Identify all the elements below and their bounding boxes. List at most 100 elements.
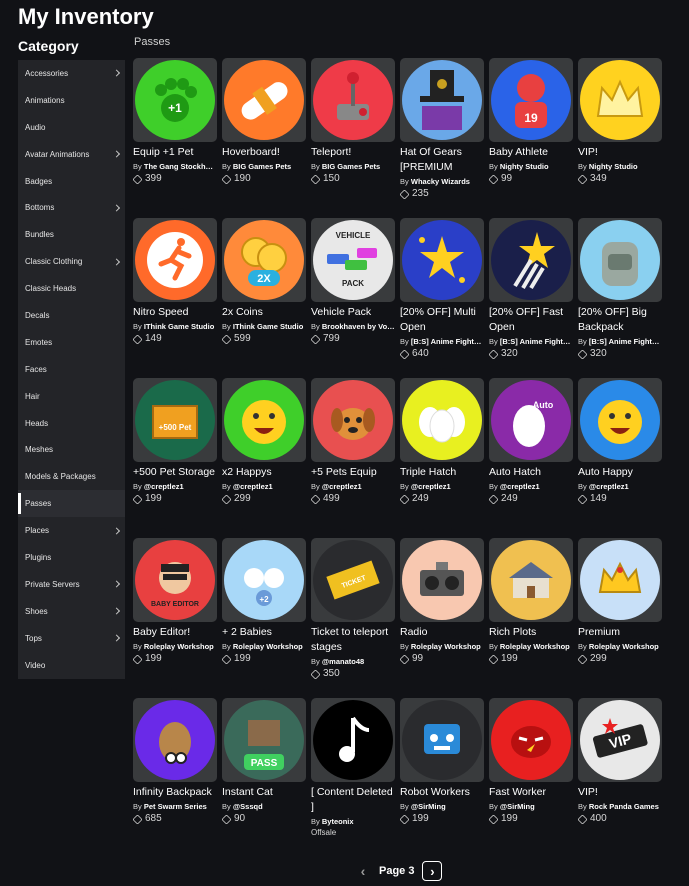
- sidebar-item-plugins[interactable]: Plugins: [18, 544, 125, 571]
- item-creator[interactable]: By Pet Swarm Series: [133, 801, 217, 812]
- item-card[interactable]: 2X 2x Coins By IThink Game Studio 599: [221, 218, 306, 368]
- item-name[interactable]: Triple Hatch: [400, 465, 484, 480]
- item-creator[interactable]: By @SirMing: [489, 801, 573, 812]
- item-card[interactable]: +500 Pet +500 Pet Storage By @creptlez1 199: [132, 378, 217, 528]
- item-creator[interactable]: By The Gang Stockholm: [133, 161, 217, 172]
- sidebar-item-classic-clothing[interactable]: Classic Clothing: [18, 248, 125, 275]
- item-thumbnail[interactable]: [222, 58, 306, 142]
- item-thumbnail[interactable]: [400, 698, 484, 782]
- item-creator[interactable]: By Brookhaven by Voldex: [311, 321, 395, 332]
- item-creator[interactable]: By @creptlez1: [400, 481, 484, 492]
- item-card[interactable]: VIP! By Nighty Studio 349: [577, 58, 662, 208]
- sidebar-item-passes[interactable]: Passes: [18, 490, 125, 518]
- item-name[interactable]: Rich Plots: [489, 625, 573, 640]
- sidebar-item-meshes[interactable]: Meshes: [18, 436, 125, 463]
- item-thumbnail[interactable]: [311, 378, 395, 462]
- item-creator[interactable]: By Byteonix: [311, 816, 395, 827]
- item-thumbnail[interactable]: +500 Pet: [133, 378, 217, 462]
- sidebar-item-badges[interactable]: Badges: [18, 168, 125, 195]
- item-card[interactable]: Hoverboard! By BIG Games Pets 190: [221, 58, 306, 208]
- item-name[interactable]: Robot Workers: [400, 785, 484, 800]
- item-card[interactable]: BABY EDITOR Baby Editor! By Roleplay Works…: [132, 538, 217, 688]
- item-card[interactable]: Auto Auto Hatch By @creptlez1 249: [488, 378, 573, 528]
- item-card[interactable]: Triple Hatch By @creptlez1 249: [399, 378, 484, 528]
- item-card[interactable]: [20% OFF] Fast Open By [B:S] Anime Fighte…: [488, 218, 573, 368]
- item-card[interactable]: +1 Equip +1 Pet By The Gang Stockholm 399: [132, 58, 217, 208]
- item-creator[interactable]: By @creptlez1: [489, 481, 573, 492]
- item-thumbnail[interactable]: [311, 698, 395, 782]
- item-thumbnail[interactable]: Auto: [489, 378, 573, 462]
- item-thumbnail[interactable]: [133, 698, 217, 782]
- item-thumbnail[interactable]: TICKET: [311, 538, 395, 622]
- item-creator[interactable]: By @Sssqd: [222, 801, 306, 812]
- item-creator[interactable]: By Rock Panda Games: [578, 801, 662, 812]
- sidebar-item-private-servers[interactable]: Private Servers: [18, 571, 125, 598]
- item-name[interactable]: Auto Hatch: [489, 465, 573, 480]
- item-name[interactable]: Ticket to teleport stages: [311, 625, 395, 655]
- item-thumbnail[interactable]: VEHICLE PACK: [311, 218, 395, 302]
- item-card[interactable]: [20% OFF] Multi Open By [B:S] Anime Fight…: [399, 218, 484, 368]
- item-name[interactable]: Premium: [578, 625, 662, 640]
- item-thumbnail[interactable]: [311, 58, 395, 142]
- item-name[interactable]: +500 Pet Storage: [133, 465, 217, 480]
- item-card[interactable]: Premium By Roleplay Workshop 299: [577, 538, 662, 688]
- sidebar-item-models-packages[interactable]: Models & Packages: [18, 463, 125, 490]
- sidebar-item-bottoms[interactable]: Bottoms: [18, 194, 125, 221]
- sidebar-item-places[interactable]: Places: [18, 517, 125, 544]
- next-page-button[interactable]: ›: [422, 861, 443, 881]
- sidebar-item-emotes[interactable]: Emotes: [18, 329, 125, 356]
- sidebar-item-shoes[interactable]: Shoes: [18, 598, 125, 625]
- item-thumbnail[interactable]: [400, 218, 484, 302]
- item-card[interactable]: Infinity Backpack By Pet Swarm Series 685: [132, 698, 217, 848]
- item-thumbnail[interactable]: [133, 218, 217, 302]
- sidebar-item-video[interactable]: Video: [18, 652, 125, 679]
- item-thumbnail[interactable]: [400, 378, 484, 462]
- item-thumbnail[interactable]: [489, 218, 573, 302]
- item-card[interactable]: Rich Plots By Roleplay Workshop 199: [488, 538, 573, 688]
- item-name[interactable]: Baby Editor!: [133, 625, 217, 640]
- item-thumbnail[interactable]: [400, 58, 484, 142]
- item-name[interactable]: Auto Happy: [578, 465, 662, 480]
- item-thumbnail[interactable]: [400, 538, 484, 622]
- item-name[interactable]: [20% OFF] Big Backpack: [578, 305, 662, 335]
- item-creator[interactable]: By Nighty Studio: [489, 161, 573, 172]
- item-name[interactable]: Hat Of Gears [PREMIUM MEMBERS ONLY]: [400, 145, 484, 175]
- item-name[interactable]: Equip +1 Pet: [133, 145, 217, 160]
- item-creator[interactable]: By Roleplay Workshop: [133, 641, 217, 652]
- item-creator[interactable]: By BIG Games Pets: [311, 161, 395, 172]
- item-card[interactable]: +2 + 2 Babies By Roleplay Workshop 199: [221, 538, 306, 688]
- item-creator[interactable]: By @creptlez1: [222, 481, 306, 492]
- item-card[interactable]: Nitro Speed By IThink Game Studio 149: [132, 218, 217, 368]
- sidebar-item-heads[interactable]: Heads: [18, 410, 125, 437]
- item-thumbnail[interactable]: 2X: [222, 218, 306, 302]
- item-creator[interactable]: By [B:S] Anime Fighters: [489, 336, 573, 347]
- item-card[interactable]: PASS Instant Cat By @Sssqd 90: [221, 698, 306, 848]
- item-card[interactable]: Hat Of Gears [PREMIUM MEMBERS ONLY]By Wh…: [399, 58, 484, 208]
- item-creator[interactable]: By Roleplay Workshop: [222, 641, 306, 652]
- prev-page-button[interactable]: ‹: [355, 861, 371, 881]
- sidebar-item-decals[interactable]: Decals: [18, 302, 125, 329]
- item-thumbnail[interactable]: PASS: [222, 698, 306, 782]
- item-card[interactable]: VEHICLE PACK Vehicle Pack By Brookhaven by …: [310, 218, 395, 368]
- item-thumbnail[interactable]: [578, 58, 662, 142]
- item-name[interactable]: Instant Cat: [222, 785, 306, 800]
- sidebar-item-tops[interactable]: Tops: [18, 625, 125, 652]
- item-name[interactable]: [ Content Deleted ]: [311, 785, 395, 815]
- item-thumbnail[interactable]: [489, 538, 573, 622]
- item-creator[interactable]: By IThink Game Studio: [222, 321, 306, 332]
- item-name[interactable]: VIP!: [578, 145, 662, 160]
- item-creator[interactable]: By @SirMing: [400, 801, 484, 812]
- item-creator[interactable]: By BIG Games Pets: [222, 161, 306, 172]
- item-thumbnail[interactable]: [578, 378, 662, 462]
- item-card[interactable]: Auto Happy By @creptlez1 149: [577, 378, 662, 528]
- item-thumbnail[interactable]: [578, 538, 662, 622]
- item-creator[interactable]: By IThink Game Studio: [133, 321, 217, 332]
- item-card[interactable]: +5 Pets Equip By @creptlez1 499: [310, 378, 395, 528]
- item-name[interactable]: Hoverboard!: [222, 145, 306, 160]
- sidebar-item-classic-heads[interactable]: Classic Heads: [18, 275, 125, 302]
- item-name[interactable]: Infinity Backpack: [133, 785, 217, 800]
- item-thumbnail[interactable]: VIP: [578, 698, 662, 782]
- item-card[interactable]: Robot Workers By @SirMing 199: [399, 698, 484, 848]
- item-name[interactable]: Fast Worker: [489, 785, 573, 800]
- item-creator[interactable]: By [B:S] Anime Fighters: [578, 336, 662, 347]
